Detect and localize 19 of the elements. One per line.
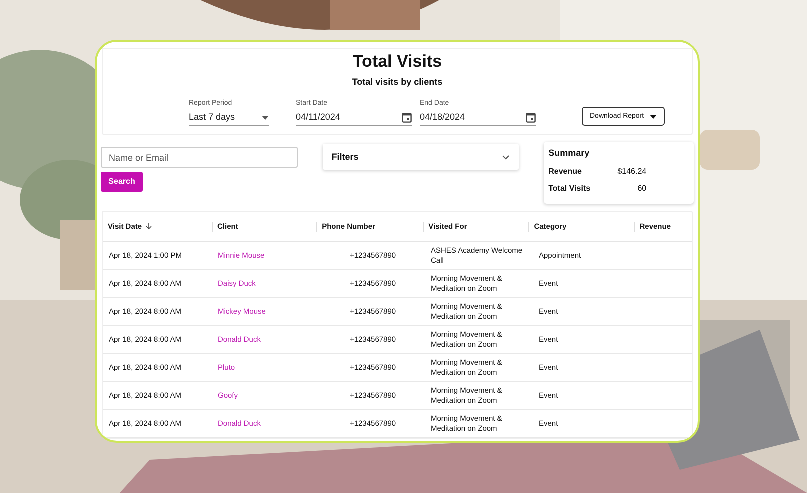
- start-date-field[interactable]: 04/11/2024: [296, 110, 412, 126]
- search-field[interactable]: Name or Email: [101, 147, 298, 168]
- sort-arrow-icon[interactable]: [146, 223, 152, 230]
- summary-label: Total Visits: [548, 182, 592, 195]
- page-title: Total Visits: [352, 51, 442, 72]
- summary-value: 60: [636, 182, 647, 195]
- summary-label: Revenue: [548, 166, 583, 178]
- dropdown-caret-icon: [650, 114, 658, 119]
- filters-dropdown[interactable]: Filters: [322, 144, 519, 170]
- page-subtitle: Total visits by clients: [352, 76, 443, 90]
- summary-value: $146.24: [616, 166, 647, 178]
- dropdown-caret-icon: [262, 116, 269, 120]
- end-date-field[interactable]: 04/18/2024: [420, 110, 536, 126]
- summary-title: Summary: [548, 147, 591, 160]
- search-button[interactable]: Search: [101, 172, 143, 192]
- chevron-icon: [502, 154, 510, 160]
- calendar-icon[interactable]: [526, 112, 536, 123]
- report-period-dropdown[interactable]: Last 7 days: [189, 110, 269, 126]
- calendar-icon[interactable]: [402, 112, 412, 123]
